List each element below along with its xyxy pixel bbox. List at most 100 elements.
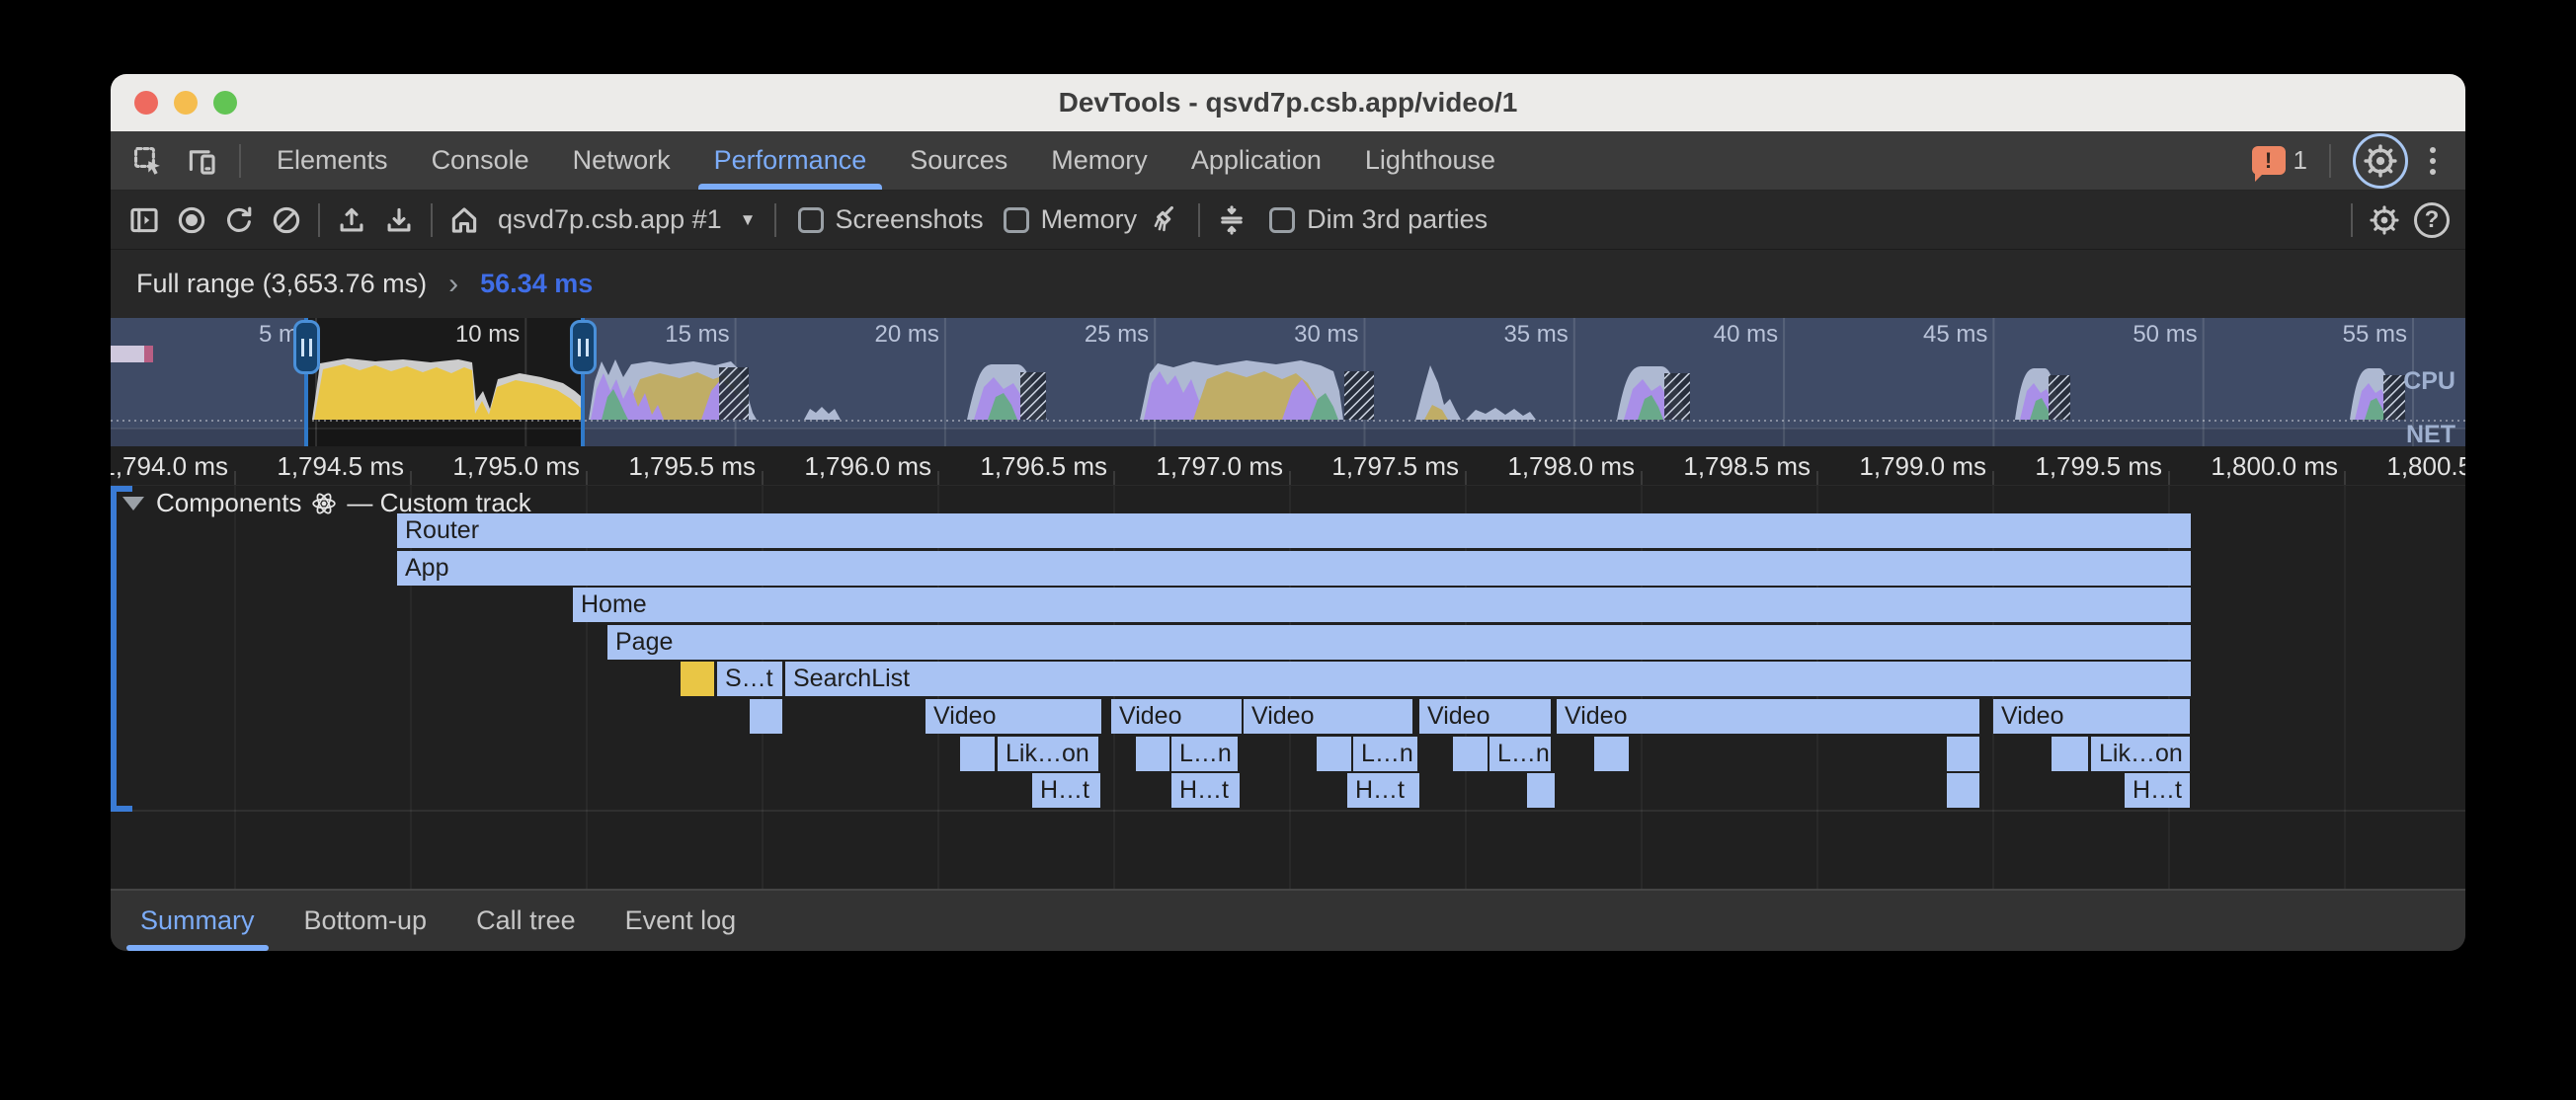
flame-bar-video[interactable]: Video xyxy=(1993,699,2190,734)
home-icon[interactable] xyxy=(441,197,488,243)
flame-bar-label: H…t xyxy=(1171,773,1240,808)
flame-bar-home[interactable]: Home xyxy=(573,588,2191,622)
flame-bar-video[interactable]: Video xyxy=(1111,699,1242,734)
flame-bar[interactable] xyxy=(1136,737,1169,771)
download-profile-icon[interactable] xyxy=(375,197,423,243)
active-bottom-tab-underline xyxy=(126,945,269,951)
flame-bar-app[interactable]: App xyxy=(397,551,2191,586)
bottom-tab-bar: Summary Bottom-up Call tree Event log xyxy=(111,889,2465,951)
flame-bar[interactable] xyxy=(960,737,995,771)
flame-bar-video[interactable]: Video xyxy=(1419,699,1551,734)
device-toolbar-icon[interactable] xyxy=(178,138,225,184)
zoom-window-button[interactable] xyxy=(213,91,237,115)
minimize-window-button[interactable] xyxy=(174,91,198,115)
divider xyxy=(774,203,776,237)
flame-bar-video[interactable]: Video xyxy=(1244,699,1412,734)
flame-bar-video[interactable]: Video xyxy=(926,699,1101,734)
flame-bar-label: Page xyxy=(607,625,2191,660)
bottom-tab-event-log[interactable]: Event log xyxy=(609,891,753,951)
flame-bar-ht[interactable]: H…t xyxy=(1171,773,1240,808)
record-icon[interactable] xyxy=(168,197,215,243)
tab-memory[interactable]: Memory xyxy=(1029,131,1169,190)
flame-bar[interactable] xyxy=(750,699,782,734)
flame-bar[interactable] xyxy=(1317,737,1351,771)
settings-button[interactable] xyxy=(2353,133,2408,189)
flame-bar-label: Video xyxy=(1111,699,1242,734)
flame-bar-ln[interactable]: L…n xyxy=(1353,737,1417,771)
tab-application[interactable]: Application xyxy=(1169,131,1343,190)
collapse-sections-icon[interactable] xyxy=(1208,197,1255,243)
bottom-tab-summary[interactable]: Summary xyxy=(124,891,271,951)
issues-badge[interactable]: ! 1 xyxy=(2252,145,2307,176)
flame-bar-st[interactable]: S…t xyxy=(717,662,782,696)
bottom-tab-bottom-up[interactable]: Bottom-up xyxy=(288,891,443,951)
tab-network[interactable]: Network xyxy=(551,131,692,190)
flame-bar-ht[interactable]: H…t xyxy=(1347,773,1419,808)
issues-icon: ! xyxy=(2252,146,2286,175)
flame-bar-likon[interactable]: Lik…on xyxy=(2091,737,2190,771)
flame-bar-label: H…t xyxy=(1347,773,1419,808)
toggle-sidebar-icon[interactable] xyxy=(121,197,168,243)
flame-bar-router[interactable]: Router xyxy=(397,513,2191,548)
inspect-element-icon[interactable] xyxy=(124,138,172,184)
selection-left-grip[interactable] xyxy=(293,320,320,374)
flame-bar-video[interactable]: Video xyxy=(1557,699,1979,734)
flame-bar-page[interactable]: Page xyxy=(607,625,2191,660)
flame-bar[interactable] xyxy=(1527,773,1555,808)
tab-bar-right: ! 1 xyxy=(2252,131,2465,190)
tab-elements[interactable]: Elements xyxy=(255,131,410,190)
tab-lighthouse[interactable]: Lighthouse xyxy=(1343,131,1517,190)
memory-checkbox[interactable] xyxy=(1004,207,1029,233)
flame-bar[interactable] xyxy=(2052,737,2088,771)
tab-console[interactable]: Console xyxy=(410,131,551,190)
flame-bar-label: S…t xyxy=(717,662,782,696)
net-track-label: NET xyxy=(2406,421,2455,446)
window-controls xyxy=(134,74,237,131)
garbage-collect-icon[interactable] xyxy=(1143,197,1190,243)
collapse-triangle-icon[interactable] xyxy=(122,497,144,511)
flame-bar[interactable] xyxy=(1947,737,1979,771)
flame-chart[interactable]: Components — Custom track RouterAppHomeP… xyxy=(111,486,2465,889)
upload-profile-icon[interactable] xyxy=(328,197,375,243)
flame-bar-ln[interactable]: L…n xyxy=(1489,737,1551,771)
close-window-button[interactable] xyxy=(134,91,158,115)
target-selector[interactable]: qsvd7p.csb.app #1 ▼ xyxy=(488,204,766,235)
flame-bar-likon[interactable]: Lik…on xyxy=(998,737,1098,771)
clear-icon[interactable] xyxy=(263,197,310,243)
flame-bar[interactable] xyxy=(1453,737,1488,771)
tab-bar: ElementsConsoleNetworkPerformanceSources… xyxy=(111,131,2465,191)
help-icon[interactable]: ? xyxy=(2408,197,2455,243)
react-atom-icon xyxy=(311,491,337,516)
capture-settings-gear-icon[interactable] xyxy=(2361,197,2408,243)
bottom-tab-call-tree[interactable]: Call tree xyxy=(460,891,592,951)
selection-bracket xyxy=(111,486,117,812)
selection-right-grip[interactable] xyxy=(570,320,597,374)
dim-3rd-parties-checkbox[interactable] xyxy=(1269,207,1295,233)
reload-and-record-icon[interactable] xyxy=(215,197,263,243)
more-options-icon[interactable] xyxy=(2422,147,2444,175)
flame-bar[interactable] xyxy=(1594,737,1629,771)
flame-bar-ln[interactable]: L…n xyxy=(1171,737,1238,771)
divider xyxy=(2329,144,2331,178)
breadcrumb-selected-range[interactable]: 56.34 ms xyxy=(480,269,593,299)
memory-label: Memory xyxy=(1041,204,1138,235)
minimap[interactable]: CPU NET 5 ms10 ms15 ms20 ms25 ms30 ms35 … xyxy=(111,318,2465,446)
flame-bar-label: SearchList xyxy=(785,662,2191,696)
flame-bar-label: Lik…on xyxy=(2091,737,2190,771)
grid-column xyxy=(2344,486,2346,889)
flame-bar-label: Video xyxy=(1557,699,1979,734)
flame-bar-label: Video xyxy=(926,699,1101,734)
screenshots-checkbox[interactable] xyxy=(798,207,824,233)
issues-count: 1 xyxy=(2294,145,2307,176)
screenshot-strip xyxy=(111,346,153,362)
flame-bar-ht[interactable]: H…t xyxy=(1032,773,1100,808)
tab-performance[interactable]: Performance xyxy=(692,131,889,190)
flame-bar-searchlist[interactable]: SearchList xyxy=(785,662,2191,696)
target-selector-value: qsvd7p.csb.app #1 xyxy=(498,204,722,235)
flame-bar[interactable] xyxy=(1947,773,1979,808)
divider xyxy=(239,144,241,178)
flame-bar-ht[interactable]: H…t xyxy=(2125,773,2190,808)
tab-sources[interactable]: Sources xyxy=(888,131,1029,190)
flame-bar[interactable] xyxy=(681,662,714,696)
breadcrumb-full-range[interactable]: Full range (3,653.76 ms) xyxy=(136,269,427,299)
